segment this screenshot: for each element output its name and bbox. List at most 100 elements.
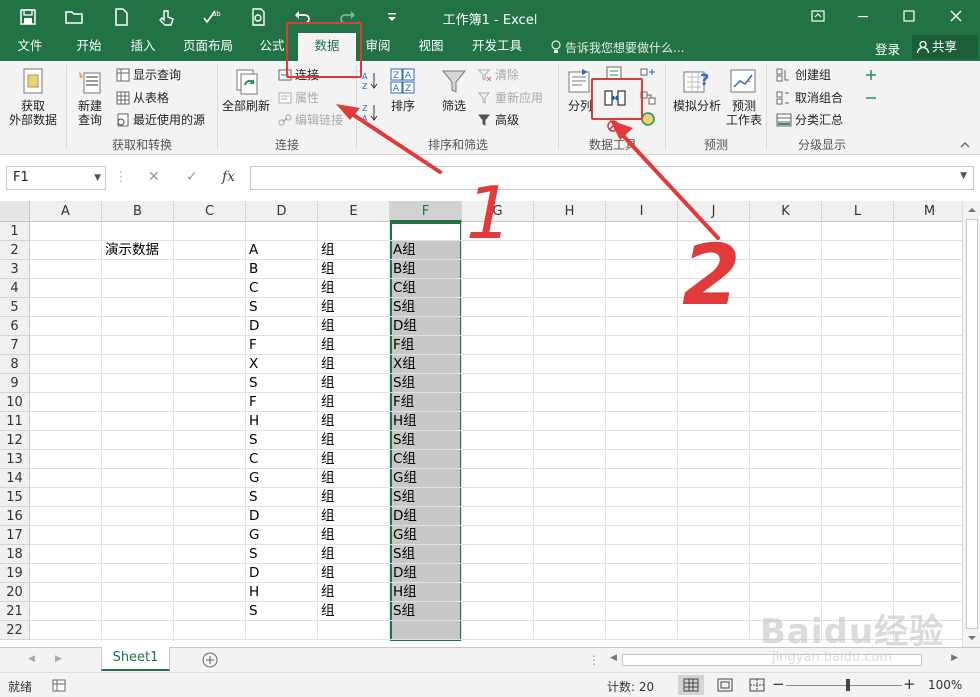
get-external-data-button[interactable]: 获取 外部数据 [2,67,64,127]
cell-e16[interactable]: 组 [318,507,390,526]
open-folder-icon[interactable] [64,7,84,27]
row-header-2[interactable]: 2 [0,241,30,260]
macro-record-icon[interactable] [52,679,66,692]
zoom-in-icon[interactable]: + [903,675,916,693]
cell-f20[interactable]: H组 [390,583,462,602]
column-header-f[interactable]: F [390,201,462,222]
filter-button[interactable]: 筛选 [436,67,472,113]
recent-sources-button[interactable]: 最近使用的源 [116,111,205,129]
column-header-h[interactable]: H [534,201,606,222]
row-header-1[interactable]: 1 [0,222,30,241]
cell-e14[interactable]: 组 [318,469,390,488]
cell-e5[interactable]: 组 [318,298,390,317]
cell-d19[interactable]: D [246,564,318,583]
row-header-16[interactable]: 16 [0,507,30,526]
cell-d2[interactable]: A [246,241,318,260]
cell-e10[interactable]: 组 [318,393,390,412]
active-cell[interactable] [392,224,460,240]
row-header-3[interactable]: 3 [0,260,30,279]
cell-f17[interactable]: G组 [390,526,462,545]
subtotal-button[interactable]: 分类汇总 [776,111,843,129]
cell-e4[interactable]: 组 [318,279,390,298]
touch-mode-icon[interactable] [156,7,176,27]
save-icon[interactable] [18,7,38,27]
login-link[interactable]: 登录 [875,39,900,58]
name-box[interactable]: F1 ▼ [6,166,106,190]
column-header-b[interactable]: B [102,201,174,222]
close-icon[interactable] [944,5,968,27]
cell-d5[interactable]: S [246,298,318,317]
row-header-15[interactable]: 15 [0,488,30,507]
forecast-sheet-button[interactable]: 预测 工作表 [724,67,764,127]
cell-e13[interactable]: 组 [318,450,390,469]
cell-d4[interactable]: C [246,279,318,298]
show-detail-button[interactable] [864,66,881,84]
expand-formula-icon[interactable]: ▼ [960,171,967,181]
cell-f15[interactable]: S组 [390,488,462,507]
properties-button[interactable]: 属性 [278,89,319,107]
cell-f7[interactable]: F组 [390,336,462,355]
zoom-slider-thumb[interactable] [846,679,850,691]
cell-d9[interactable]: S [246,374,318,393]
column-header-c[interactable]: C [174,201,246,222]
row-header-17[interactable]: 17 [0,526,30,545]
ribbon-display-icon[interactable] [806,5,830,27]
cell-f6[interactable]: D组 [390,317,462,336]
page-break-view-button[interactable] [744,675,770,695]
cell-d18[interactable]: S [246,545,318,564]
tab-split-handle[interactable]: ⋮ [588,653,600,667]
row-header-11[interactable]: 11 [0,412,30,431]
tab-home[interactable]: 开始 [64,33,114,61]
group-button[interactable]: 创建组 [776,66,831,84]
cell-d17[interactable]: G [246,526,318,545]
hide-detail-button[interactable] [864,89,881,107]
select-all-corner[interactable] [0,201,30,222]
column-header-i[interactable]: I [606,201,678,222]
cell-f11[interactable]: H组 [390,412,462,431]
cell-f14[interactable]: G组 [390,469,462,488]
tab-file[interactable]: 文件 [8,33,52,61]
cell-e15[interactable]: 组 [318,488,390,507]
new-query-button[interactable]: 新建 查询 [68,67,112,127]
from-table-button[interactable]: 从表格 [116,89,169,107]
cell-f13[interactable]: C组 [390,450,462,469]
next-sheet-icon[interactable]: ▶ [55,654,65,666]
refresh-all-button[interactable]: 全部刷新 [220,67,272,113]
tab-developer[interactable]: 开发工具 [462,33,532,61]
vertical-scrollbar[interactable] [962,201,980,647]
cell-e2[interactable]: 组 [318,241,390,260]
maximize-icon[interactable] [897,5,921,27]
cell-d14[interactable]: G [246,469,318,488]
row-header-20[interactable]: 20 [0,583,30,602]
zoom-level[interactable]: 100% [928,678,962,692]
collapse-ribbon-icon[interactable] [958,139,972,151]
cell-d7[interactable]: F [246,336,318,355]
row-header-12[interactable]: 12 [0,431,30,450]
cell-e19[interactable]: 组 [318,564,390,583]
tab-insert[interactable]: 插入 [118,33,168,61]
cell-f10[interactable]: F组 [390,393,462,412]
row-header-19[interactable]: 19 [0,564,30,583]
cell-f5[interactable]: S组 [390,298,462,317]
cell-d16[interactable]: D [246,507,318,526]
cell-f2[interactable]: A组 [390,241,462,260]
column-header-e[interactable]: E [318,201,390,222]
cell-e3[interactable]: 组 [318,260,390,279]
cell-b2[interactable]: 演示数据 [102,241,174,260]
column-header-l[interactable]: L [822,201,894,222]
add-sheet-icon[interactable] [201,651,219,669]
show-query-button[interactable]: 显示查询 [116,66,181,84]
zoom-slider[interactable] [786,685,902,686]
minimize-icon[interactable] [851,5,875,27]
share-button[interactable]: 共享 [912,35,978,59]
row-header-14[interactable]: 14 [0,469,30,488]
cell-f9[interactable]: S组 [390,374,462,393]
row-header-5[interactable]: 5 [0,298,30,317]
clear-filter-button[interactable]: 清除 [478,66,519,84]
cell-d8[interactable]: X [246,355,318,374]
cell-e12[interactable]: 组 [318,431,390,450]
cell-e17[interactable]: 组 [318,526,390,545]
cell-e20[interactable]: 组 [318,583,390,602]
cell-e11[interactable]: 组 [318,412,390,431]
cell-d13[interactable]: C [246,450,318,469]
